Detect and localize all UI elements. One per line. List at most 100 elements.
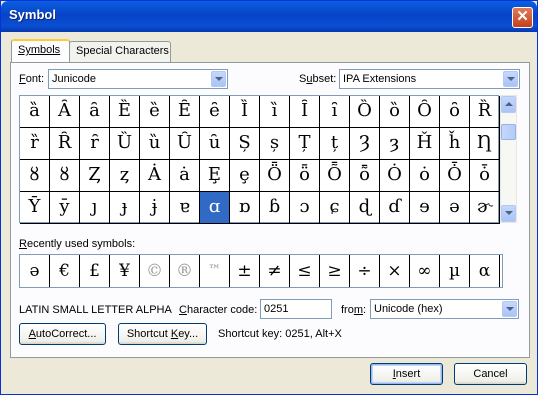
subset-combobox[interactable]: IPA Extensions bbox=[339, 69, 520, 89]
insert-button[interactable]: Insert bbox=[370, 363, 443, 385]
symbol-cell[interactable]: Ȃ bbox=[50, 96, 80, 128]
recent-symbol[interactable]: µ bbox=[440, 255, 470, 287]
subset-value: IPA Extensions bbox=[343, 73, 417, 85]
close-button[interactable]: ✕ bbox=[512, 7, 533, 28]
symbol-cell[interactable]: Ȇ bbox=[170, 96, 200, 128]
symbol-cell[interactable]: Ȓ bbox=[50, 128, 80, 160]
recent-symbol[interactable]: ™ bbox=[200, 255, 230, 287]
symbol-cell[interactable]: ɕ bbox=[320, 192, 350, 224]
symbol-cell[interactable]: ȋ bbox=[320, 96, 350, 128]
symbol-cell[interactable]: ȉ bbox=[260, 96, 290, 128]
symbol-cell[interactable]: ɔ bbox=[290, 192, 320, 224]
symbol-cell[interactable]: ȇ bbox=[200, 96, 230, 128]
symbol-cell[interactable]: ȅ bbox=[140, 96, 170, 128]
symbol-cell[interactable]: ɟ bbox=[110, 192, 140, 224]
symbol-cell[interactable]: ȯ bbox=[410, 160, 440, 192]
symbol-cell[interactable]: Ȋ bbox=[290, 96, 320, 128]
character-code-input[interactable]: 0251 bbox=[260, 299, 332, 319]
symbol-cell[interactable]: Ȭ bbox=[320, 160, 350, 192]
symbol-cell[interactable]: ȗ bbox=[200, 128, 230, 160]
symbol-cell[interactable]: ȥ bbox=[110, 160, 140, 192]
tab-special-characters[interactable]: Special Characters bbox=[69, 41, 171, 62]
scroll-down-icon[interactable] bbox=[501, 205, 516, 222]
symbol-cell[interactable]: Ȳ bbox=[20, 192, 50, 224]
symbol-cell[interactable]: ȝ bbox=[380, 128, 410, 160]
symbol-cell[interactable]: ȭ bbox=[350, 160, 380, 192]
symbol-cell[interactable]: ț bbox=[320, 128, 350, 160]
symbol-cell[interactable]: ȷ bbox=[80, 192, 110, 224]
symbol-cell[interactable]: Ȯ bbox=[380, 160, 410, 192]
recent-symbol[interactable]: ∞ bbox=[410, 255, 440, 287]
scroll-up-icon[interactable] bbox=[501, 96, 516, 113]
recent-symbol[interactable]: ± bbox=[230, 255, 260, 287]
symbol-grid: ȁȂȃȄȅȆȇȈȉȊȋȌȍȎȏȐȑȒȓȔȕȖȗȘșȚțȜȝȞȟȠȣȣȤȥȦȧȨȩ… bbox=[19, 95, 500, 224]
recent-symbol[interactable]: ≥ bbox=[320, 255, 350, 287]
symbol-cell[interactable]: ɉ bbox=[140, 192, 170, 224]
symbol-cell[interactable]: Ȝ bbox=[350, 128, 380, 160]
symbol-cell[interactable]: ȣ bbox=[20, 160, 50, 192]
from-combobox[interactable]: Unicode (hex) bbox=[370, 299, 519, 319]
symbol-cell[interactable]: Ȅ bbox=[110, 96, 140, 128]
recent-symbol[interactable]: ə bbox=[20, 255, 50, 287]
symbol-cell[interactable]: ȣ bbox=[50, 160, 80, 192]
recent-symbol[interactable]: © bbox=[140, 255, 170, 287]
recent-symbol[interactable]: € bbox=[50, 255, 80, 287]
symbol-cell[interactable]: ɖ bbox=[350, 192, 380, 224]
symbol-cell[interactable]: Ȧ bbox=[140, 160, 170, 192]
symbol-cell[interactable]: Ƞ bbox=[470, 128, 500, 160]
shortcut-key-button[interactable]: Shortcut Key... bbox=[118, 323, 207, 345]
font-combobox[interactable]: Junicode bbox=[48, 69, 228, 89]
symbol-cell[interactable]: Ȟ bbox=[410, 128, 440, 160]
symbol-cell[interactable]: ȳ bbox=[50, 192, 80, 224]
symbol-cell[interactable]: ȑ bbox=[20, 128, 50, 160]
symbol-cell[interactable]: ȱ bbox=[470, 160, 500, 192]
recent-symbol[interactable]: ® bbox=[170, 255, 200, 287]
symbol-cell[interactable]: ȕ bbox=[140, 128, 170, 160]
symbol-cell[interactable]: Ȏ bbox=[410, 96, 440, 128]
symbol-cell[interactable]: Ȉ bbox=[230, 96, 260, 128]
recent-symbol[interactable]: α bbox=[470, 255, 500, 287]
symbol-cell[interactable]: Ȍ bbox=[350, 96, 380, 128]
autocorrect-button[interactable]: AutoCorrect... bbox=[19, 323, 106, 345]
symbol-cell[interactable]: ə bbox=[440, 192, 470, 224]
recent-symbol[interactable]: ¥ bbox=[110, 255, 140, 287]
symbol-cell[interactable]: ș bbox=[260, 128, 290, 160]
from-dropdown-icon[interactable] bbox=[502, 301, 517, 317]
symbol-cell[interactable]: ȍ bbox=[380, 96, 410, 128]
symbol-cell[interactable]: ȏ bbox=[440, 96, 470, 128]
symbol-cell[interactable]: Ț bbox=[290, 128, 320, 160]
scroll-thumb[interactable] bbox=[501, 124, 516, 140]
symbol-cell[interactable]: ȁ bbox=[20, 96, 50, 128]
symbol-grid-scrollbar[interactable] bbox=[500, 95, 517, 223]
recent-symbol[interactable]: ÷ bbox=[350, 255, 380, 287]
recent-symbol[interactable]: ≠ bbox=[260, 255, 290, 287]
recent-symbol[interactable]: £ bbox=[80, 255, 110, 287]
font-dropdown-icon[interactable] bbox=[211, 71, 226, 87]
symbol-cell[interactable]: ȃ bbox=[80, 96, 110, 128]
symbol-cell[interactable]: Ȫ bbox=[260, 160, 290, 192]
recent-symbol[interactable]: × bbox=[380, 255, 410, 287]
symbol-cell[interactable]: ȫ bbox=[290, 160, 320, 192]
symbol-cell[interactable]: ɗ bbox=[380, 192, 410, 224]
symbol-cell[interactable]: ȟ bbox=[440, 128, 470, 160]
symbol-cell[interactable]: ȩ bbox=[230, 160, 260, 192]
recent-symbol[interactable]: ≤ bbox=[290, 255, 320, 287]
symbol-cell[interactable]: ɓ bbox=[260, 192, 290, 224]
symbol-cell[interactable]: ɘ bbox=[410, 192, 440, 224]
symbol-cell[interactable]: Ȗ bbox=[170, 128, 200, 160]
symbol-cell[interactable]: ɚ bbox=[470, 192, 500, 224]
symbol-cell[interactable]: Ȩ bbox=[200, 160, 230, 192]
symbol-cell[interactable]: Ȥ bbox=[80, 160, 110, 192]
symbol-cell[interactable]: ɐ bbox=[170, 192, 200, 224]
symbol-cell[interactable]: Ȕ bbox=[110, 128, 140, 160]
symbol-cell[interactable]: ȧ bbox=[170, 160, 200, 192]
tab-symbols[interactable]: Symbols bbox=[11, 39, 70, 62]
symbol-cell[interactable]: ȓ bbox=[80, 128, 110, 160]
symbol-cell[interactable]: Ș bbox=[230, 128, 260, 160]
symbol-cell[interactable]: ɑ bbox=[200, 192, 230, 224]
subset-dropdown-icon[interactable] bbox=[503, 71, 518, 87]
symbol-cell[interactable]: ɒ bbox=[230, 192, 260, 224]
cancel-button[interactable]: Cancel bbox=[454, 363, 527, 385]
symbol-cell[interactable]: Ȑ bbox=[470, 96, 500, 128]
symbol-cell[interactable]: Ȱ bbox=[440, 160, 470, 192]
